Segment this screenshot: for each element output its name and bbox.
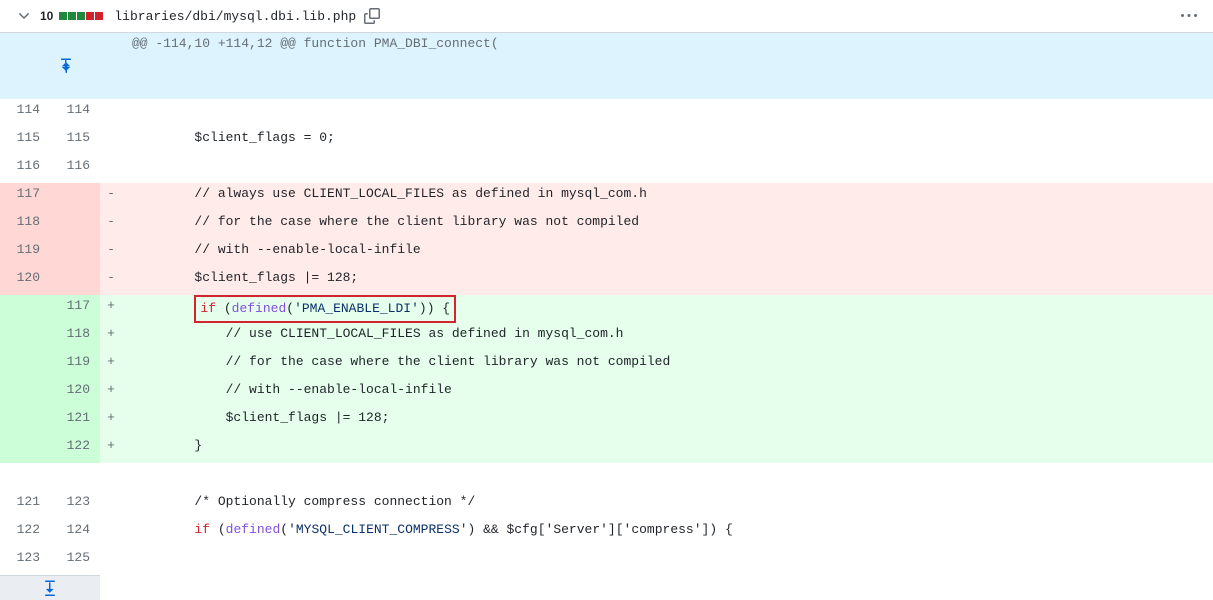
line-num-new[interactable]: 124 [50,519,100,547]
code-cell: // with --enable-local-infile [122,239,1213,267]
diff-row: 119+ // for the case where the client li… [0,351,1213,379]
diff-row: 118+ // use CLIENT_LOCAL_FILES as define… [0,323,1213,351]
diff-row: 115115 $client_flags = 0; [0,127,1213,155]
diff-marker: + [100,351,122,379]
diff-marker [100,463,122,491]
diff-row: 114114 [0,99,1213,127]
diffstat-bar [59,12,104,20]
diff-marker: + [100,435,122,463]
file-header: 10 libraries/dbi/mysql.dbi.lib.php [0,0,1213,33]
diff-marker: + [100,407,122,435]
diff-row: 118 - // for the case where the client li… [0,211,1213,239]
diff-marker [100,155,122,183]
line-num-old[interactable]: 121 [0,491,50,519]
code-cell: $client_flags |= 128; [122,407,1213,435]
diff-marker: + [100,379,122,407]
diff-row: 120+ // with --enable-local-infile [0,379,1213,407]
line-num-new[interactable] [50,211,100,239]
code-cell: $client_flags |= 128; [122,267,1213,295]
diff-row: 116116 [0,155,1213,183]
code-cell: // use CLIENT_LOCAL_FILES as defined in … [122,323,1213,351]
diff-marker: - [100,211,122,239]
diff-row: 120 - $client_flags |= 128; [0,267,1213,295]
diff-table: @@ -114,10 +114,12 @@ function PMA_DBI_c… [0,33,1213,575]
line-num-old[interactable]: 115 [0,127,50,155]
hunk-header-row: @@ -114,10 +114,12 @@ function PMA_DBI_c… [0,33,1213,99]
code-cell: // with --enable-local-infile [122,379,1213,407]
diff-row [0,463,1213,491]
line-num-old[interactable] [0,407,50,435]
file-path[interactable]: libraries/dbi/mysql.dbi.lib.php [114,9,356,24]
code-cell: $client_flags = 0; [122,127,1213,155]
code-cell: // for the case where the client library… [122,351,1213,379]
code-cell: /* Optionally compress connection */ [122,491,1213,519]
diff-row: 119 - // with --enable-local-infile [0,239,1213,267]
line-num-old[interactable]: 122 [0,519,50,547]
expand-up-cell[interactable] [0,33,100,99]
code-cell: if (defined('MYSQL_CLIENT_COMPRESS') && … [122,519,1213,547]
line-num-new[interactable]: 123 [50,491,100,519]
diff-marker: + [100,323,122,351]
line-num-new[interactable] [50,239,100,267]
diff-marker [100,127,122,155]
copy-icon[interactable] [364,8,380,24]
code-cell: if (defined('PMA_ENABLE_LDI')) { [122,295,1213,323]
line-num-new[interactable]: 121 [50,407,100,435]
line-num-new[interactable]: 122 [50,435,100,463]
line-num-new[interactable]: 114 [50,99,100,127]
diff-marker [100,99,122,127]
line-num-old[interactable]: 123 [0,547,50,575]
line-num-new[interactable] [50,183,100,211]
expand-down-cell[interactable] [0,575,100,600]
kebab-icon[interactable] [1181,8,1197,24]
line-num-new[interactable]: 116 [50,155,100,183]
code-cell [122,463,1213,491]
line-num-old[interactable] [0,463,50,491]
diff-marker: - [100,267,122,295]
line-num-new[interactable] [50,267,100,295]
line-num-new[interactable]: 125 [50,547,100,575]
diff-marker [100,491,122,519]
line-num-new[interactable]: 120 [50,379,100,407]
code-cell [122,99,1213,127]
line-num-old[interactable] [0,323,50,351]
line-num-old[interactable]: 114 [0,99,50,127]
line-num-old[interactable] [0,435,50,463]
line-num-old[interactable]: 120 [0,267,50,295]
code-cell [122,155,1213,183]
code-cell: } [122,435,1213,463]
diff-row: 123125 [0,547,1213,575]
diff-row: 117+ if (defined('PMA_ENABLE_LDI')) { [0,295,1213,323]
line-num-old[interactable]: 117 [0,183,50,211]
line-num-new[interactable]: 115 [50,127,100,155]
line-num-old[interactable]: 118 [0,211,50,239]
diff-marker: - [100,239,122,267]
diff-marker: + [100,295,122,323]
diff-row: 122124 if (defined('MYSQL_CLIENT_COMPRES… [0,519,1213,547]
diff-row: 117 - // always use CLIENT_LOCAL_FILES as… [0,183,1213,211]
diff-row: 121+ $client_flags |= 128; [0,407,1213,435]
code-cell: // for the case where the client library… [122,211,1213,239]
expand-down-icon [42,580,58,596]
diff-change-count: 10 [40,9,53,23]
code-cell: // always use CLIENT_LOCAL_FILES as defi… [122,183,1213,211]
line-num-new[interactable]: 118 [50,323,100,351]
line-num-new[interactable] [50,463,100,491]
line-num-old[interactable]: 119 [0,239,50,267]
line-num-new[interactable]: 117 [50,295,100,323]
diff-marker: - [100,183,122,211]
hunk-header-text: @@ -114,10 +114,12 @@ function PMA_DBI_c… [122,33,1213,99]
line-num-old[interactable] [0,295,50,323]
expand-up-icon [58,58,74,74]
diff-marker [100,519,122,547]
diff-row: 121123 /* Optionally compress connection… [0,491,1213,519]
chevron-down-icon[interactable] [16,8,32,24]
line-num-old[interactable] [0,379,50,407]
code-cell [122,547,1213,575]
line-num-new[interactable]: 119 [50,351,100,379]
diff-marker [100,547,122,575]
line-num-old[interactable]: 116 [0,155,50,183]
line-num-old[interactable] [0,351,50,379]
diff-row: 122+ } [0,435,1213,463]
